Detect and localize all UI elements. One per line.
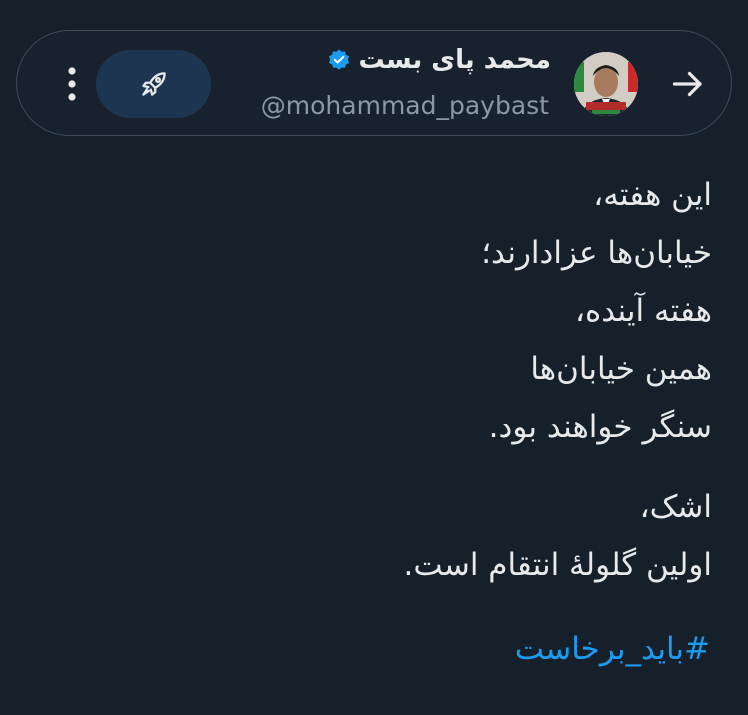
tweet-line: این هفته، [593, 177, 712, 213]
tweet-line: خیابان‌ها عزادارند؛ [481, 235, 712, 271]
more-options-button[interactable] [57, 62, 87, 106]
tweet-paragraph: اشک، اولین گلولهٔ انتقام است. [52, 478, 712, 594]
tweet-paragraph: این هفته، خیابان‌ها عزادارند؛ هفته آینده… [52, 166, 712, 456]
tweet-line: اشک، [639, 489, 712, 525]
rocket-icon [141, 72, 166, 96]
profile-header-bar: محمد پای بست @mohammad_paybast [16, 30, 732, 136]
profile-photo [574, 52, 638, 116]
display-name[interactable]: محمد پای بست [359, 45, 552, 75]
avatar[interactable] [574, 52, 638, 116]
user-handle: @mohammad_paybast [260, 91, 549, 120]
tweet-line: سنگر خواهند بود. [488, 409, 712, 445]
tweet-line: هفته آینده، [575, 293, 712, 329]
name-row: محمد پای بست [327, 45, 552, 75]
hashtag-link[interactable]: #باید_برخاست [515, 620, 710, 678]
tweet-line: همین خیابان‌ها [530, 351, 712, 387]
back-button[interactable] [660, 56, 716, 112]
verified-badge-icon [328, 49, 349, 70]
tweet-text: این هفته، خیابان‌ها عزادارند؛ هفته آینده… [52, 166, 712, 594]
arrow-right-icon [672, 71, 702, 97]
more-vertical-icon [68, 67, 76, 101]
tweet-line: اولین گلولهٔ انتقام است. [403, 547, 712, 583]
boost-button[interactable] [96, 50, 211, 118]
